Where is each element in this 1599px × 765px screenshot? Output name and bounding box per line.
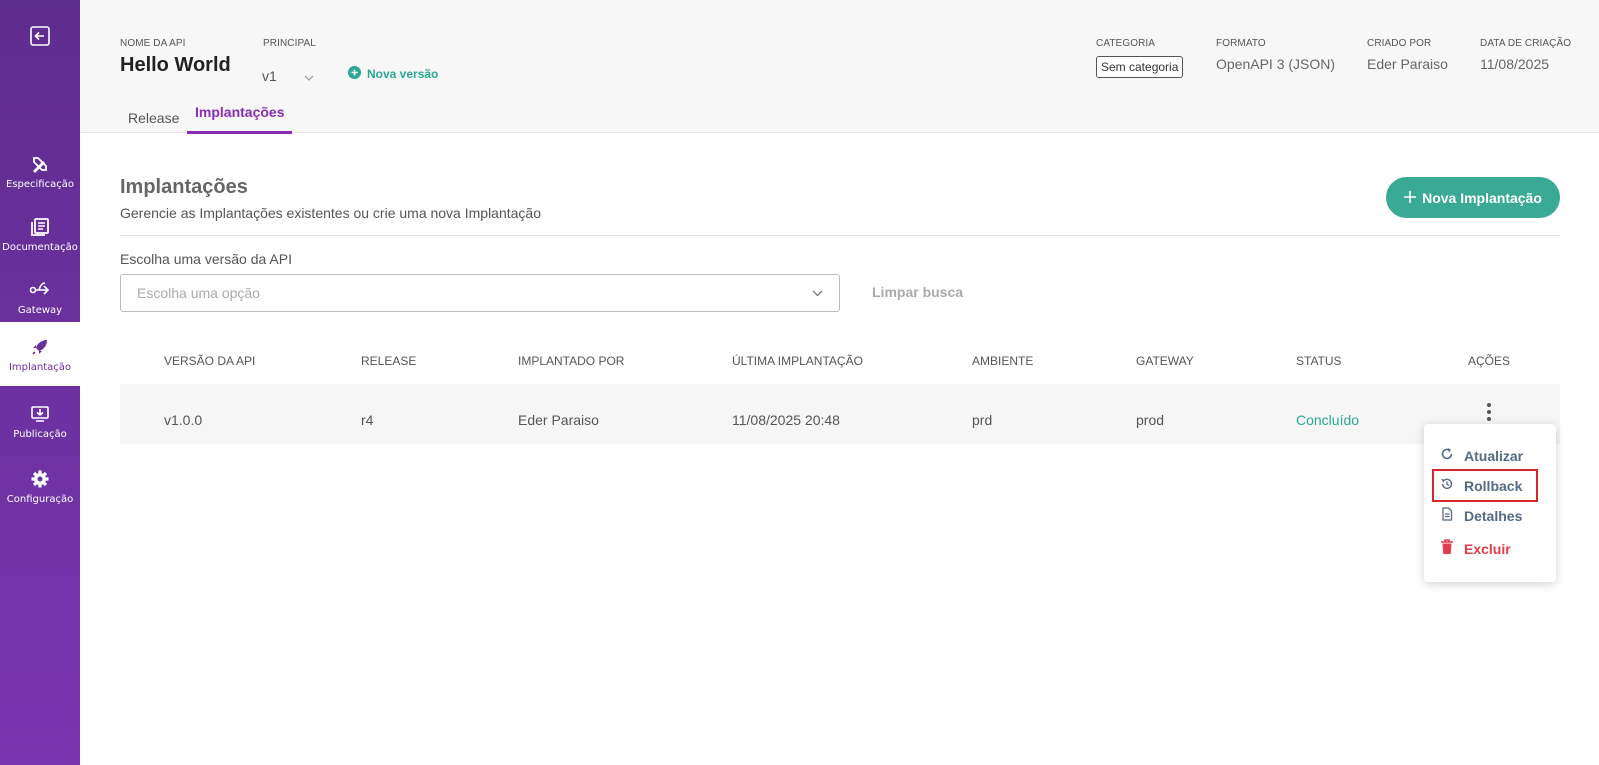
sidebar-item-documentacao[interactable]: Documentação: [0, 203, 80, 265]
sidebar-item-label: Configuração: [6, 493, 74, 505]
formato-label: FORMATO: [1216, 38, 1266, 49]
exit-icon[interactable]: [28, 24, 52, 48]
menu-item-excluir[interactable]: Excluir: [1440, 539, 1511, 558]
tab-release[interactable]: Release: [120, 104, 187, 140]
plus-icon: [1404, 190, 1417, 206]
actions-menu: Atualizar Rollback Detalhes Excluir: [1424, 424, 1556, 582]
gateway-icon: [29, 279, 51, 301]
sidebar-item-implantacao[interactable]: Implantação: [0, 322, 80, 386]
version-select[interactable]: v1: [262, 66, 314, 86]
cell-versao: v1.0.0: [164, 412, 203, 428]
plus-circle-icon: [348, 66, 361, 82]
trash-icon: [1440, 539, 1454, 558]
rollback-highlight: [1432, 469, 1538, 502]
version-value: v1: [262, 68, 277, 84]
tab-implantacoes[interactable]: Implantações: [187, 98, 293, 134]
page-title: Implantações: [120, 176, 248, 198]
api-name: Hello World: [120, 54, 231, 76]
document-icon: [1440, 507, 1454, 524]
categoria-label: CATEGORIA: [1096, 38, 1156, 49]
chevron-down-icon: [812, 284, 823, 302]
sidebar: Especificação Documentação Gateway Impla…: [0, 0, 80, 765]
column-header: VERSÃO DA API: [164, 354, 256, 368]
sidebar-item-publicacao[interactable]: Publicação: [0, 390, 80, 452]
column-header: GATEWAY: [1136, 354, 1194, 368]
categoria-badge: Sem categoria: [1096, 56, 1184, 78]
column-header: IMPLANTADO POR: [518, 354, 625, 368]
column-header: RELEASE: [361, 354, 417, 368]
publish-icon: [29, 403, 51, 425]
version-filter-placeholder: Escolha uma opção: [137, 285, 260, 301]
sidebar-item-label: Implantação: [8, 361, 72, 373]
version-filter-select[interactable]: Escolha uma opção: [120, 274, 840, 312]
divider: [120, 235, 1560, 236]
version-filter-label: Escolha uma versão da API: [120, 251, 292, 267]
api-name-label: NOME DA API: [120, 38, 186, 49]
sidebar-item-especificacao[interactable]: Especificação: [0, 140, 80, 202]
cell-gateway: prod: [1136, 412, 1165, 428]
criado-por-label: CRIADO POR: [1367, 38, 1432, 49]
cell-ambiente: prd: [972, 412, 993, 428]
formato-value: OpenAPI 3 (JSON): [1216, 56, 1336, 72]
data-criacao-label: DATA DE CRIAÇÃO: [1480, 38, 1572, 49]
sidebar-item-configuracao[interactable]: Configuração: [0, 455, 80, 517]
new-version-label: Nova versão: [367, 67, 439, 81]
sidebar-item-label: Especificação: [6, 178, 74, 190]
new-deployment-button[interactable]: Nova Implantação: [1386, 177, 1560, 218]
column-header: AÇÕES: [1468, 354, 1511, 368]
menu-item-atualizar[interactable]: Atualizar: [1440, 447, 1523, 464]
gear-icon: [29, 468, 51, 490]
clear-search-button[interactable]: Limpar busca: [872, 284, 963, 300]
sidebar-item-label: Publicação: [13, 428, 67, 440]
api-header: NOME DA API Hello World PRINCIPAL v1 Nov…: [80, 0, 1599, 134]
data-criacao-value: 11/08/2025: [1480, 56, 1550, 72]
rocket-icon: [29, 336, 51, 358]
cell-implantado-por: Eder Paraiso: [518, 412, 599, 428]
more-actions-icon[interactable]: [1480, 400, 1498, 424]
new-deployment-label: Nova Implantação: [1422, 189, 1542, 206]
column-header: ÚLTIMA IMPLANTAÇÃO: [732, 354, 863, 368]
menu-item-label: Atualizar: [1464, 447, 1524, 464]
page-subtitle: Gerencie as Implantações existentes ou c…: [120, 205, 542, 221]
menu-item-label: Detalhes: [1464, 507, 1523, 524]
refresh-icon: [1440, 447, 1454, 464]
pencil-ruler-icon: [29, 153, 51, 175]
cell-release: r4: [361, 412, 374, 428]
menu-item-detalhes[interactable]: Detalhes: [1440, 507, 1522, 524]
sidebar-item-label: Gateway: [17, 304, 63, 316]
status-badge: Concluído: [1296, 412, 1360, 428]
criado-por-value: Eder Paraiso: [1367, 56, 1448, 72]
new-version-button[interactable]: Nova versão: [348, 66, 438, 82]
principal-label: PRINCIPAL: [263, 38, 316, 49]
column-header: STATUS: [1296, 354, 1342, 368]
chevron-down-icon: [304, 68, 314, 84]
cell-ultima-implantacao: 11/08/2025 20:48: [732, 412, 840, 428]
column-header: AMBIENTE: [972, 354, 1034, 368]
sidebar-item-gateway[interactable]: Gateway: [0, 266, 80, 328]
menu-item-label: Excluir: [1464, 540, 1511, 557]
sidebar-item-label: Documentação: [2, 241, 78, 253]
book-icon: [29, 216, 51, 238]
